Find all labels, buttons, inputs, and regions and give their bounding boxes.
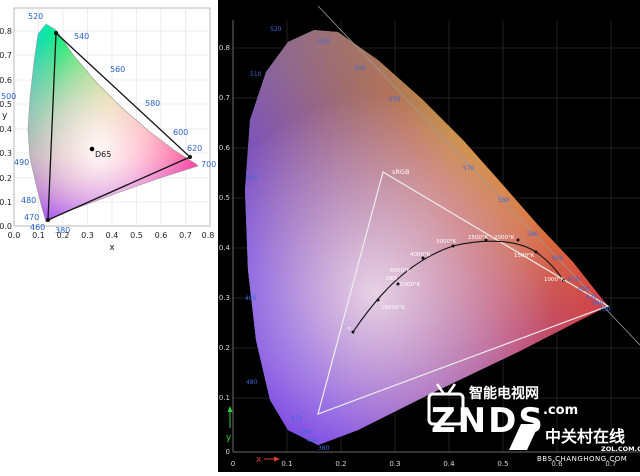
- left-xtick: 0.0: [8, 231, 21, 240]
- wl-right-450: 450: [307, 437, 319, 444]
- wl-left-520: 520: [28, 12, 43, 21]
- wl-left-700: 700: [201, 160, 216, 169]
- wl-right-490: 490: [245, 295, 257, 302]
- left-ytick: 0.2: [0, 174, 12, 183]
- left-ytick: 0.5: [0, 100, 12, 109]
- left-y-axis-label: y: [2, 111, 8, 121]
- cct-label-1000: 1000°K: [544, 277, 565, 283]
- right-srgb-label: sRGB: [392, 168, 409, 176]
- right-ytick: 0.2: [219, 344, 230, 352]
- watermark-zol-cn: 中关村在线: [545, 427, 625, 446]
- left-chromaticity-diagram: D65 380 460 470 480 490 500 520 540 560 …: [0, 7, 216, 253]
- left-ytick: 0.0: [0, 222, 12, 231]
- wl-right-610: 610: [568, 276, 580, 283]
- watermark: 智能电视网 ZNDS .com 中关村在线 ZOL.COM.CN BBS.CHA…: [425, 380, 640, 472]
- wl-left-620: 620: [187, 144, 202, 153]
- wl-right-520: 520: [270, 26, 282, 33]
- left-whitepoint-marker: [89, 146, 95, 152]
- right-xtick: 0.1: [281, 460, 292, 468]
- left-x-axis-label: x: [109, 243, 115, 253]
- right-xtick: 0.2: [335, 460, 346, 468]
- left-green-primary-point: [54, 31, 58, 35]
- cct-label-5000: 5000°K: [400, 282, 421, 288]
- cct-label-2000: 2000°K: [494, 235, 515, 241]
- left-xtick: 0.5: [130, 231, 143, 240]
- cct-label-10000: 10000°K: [381, 305, 405, 311]
- left-ytick: 0.4: [0, 125, 12, 134]
- wl-left-600: 600: [173, 128, 188, 137]
- wl-right-530: 530: [318, 38, 330, 45]
- left-xtick: 0.8: [202, 231, 215, 240]
- wl-right-580: 580: [498, 197, 510, 204]
- right-x-axis-arrow: x: [256, 455, 280, 465]
- left-xtick: 0.7: [179, 231, 192, 240]
- watermark-zol-bbs: BBS.CHANGHONG.COM: [537, 455, 627, 463]
- right-xtick: 0.3: [389, 460, 400, 468]
- cct-label-3000: 3000°K: [436, 239, 457, 245]
- cct-label-1500: 1500°K: [514, 253, 535, 259]
- cct-label-6000: 6000°K: [390, 268, 411, 274]
- left-red-primary-point: [188, 155, 192, 159]
- left-ytick: 0.3: [0, 149, 12, 158]
- wl-right-480: 480: [246, 379, 258, 386]
- wl-right-460: 460: [300, 429, 312, 436]
- left-xtick: 0.3: [81, 231, 94, 240]
- right-ytick: 0.4: [219, 244, 231, 252]
- cct-label-2500: 2500°K: [468, 235, 489, 241]
- wl-left-540: 540: [74, 32, 89, 41]
- wl-right-540: 540: [354, 65, 366, 72]
- cct-label-4000: 4000°K: [410, 252, 431, 258]
- right-ytick: 0.1: [219, 394, 230, 402]
- right-x-axis-label: x: [256, 455, 262, 465]
- watermark-zol-url: ZOL.COM.CN: [601, 445, 640, 453]
- left-ytick: 0.1: [0, 198, 12, 207]
- wl-left-560: 560: [110, 65, 125, 74]
- left-x-tick-labels: 0.0 0.1 0.2 0.3 0.4 0.5 0.6 0.7 0.8: [8, 231, 215, 240]
- right-ytick: 0.6: [219, 144, 231, 152]
- wl-right-590: 590: [527, 231, 539, 238]
- wl-right-470: 470: [291, 415, 303, 422]
- left-xtick: 0.6: [155, 231, 168, 240]
- left-xtick: 0.4: [106, 231, 119, 240]
- cct-label-infinity: ∞: [347, 326, 352, 332]
- right-ytick: 0.8: [219, 44, 230, 52]
- watermark-graphic: 智能电视网 ZNDS .com 中关村在线 ZOL.COM.CN BBS.CHA…: [427, 383, 640, 463]
- right-y-axis-label: y: [226, 433, 232, 443]
- wl-right-380: 380: [318, 445, 330, 452]
- right-ytick: 0.5: [219, 194, 230, 202]
- watermark-brand-suffix: .com: [543, 403, 578, 418]
- wl-left-480: 480: [21, 196, 36, 205]
- right-y-tick-labels: 0 0.1 0.2 0.3 0.4 0.5 0.6 0.7 0.8: [219, 44, 231, 456]
- right-y-axis-arrow: y: [226, 406, 233, 443]
- right-xtick: 0: [231, 460, 235, 468]
- left-ytick: 0.8: [0, 27, 12, 36]
- wl-right-550: 550: [389, 96, 401, 103]
- right-ytick: 0: [226, 448, 230, 456]
- wl-right-570: 570: [463, 165, 475, 172]
- left-ytick: 0.6: [0, 76, 12, 85]
- wl-left-490: 490: [14, 158, 29, 167]
- left-y-tick-labels: 0.0 0.1 0.2 0.3 0.4 0.5 0.6 0.7 0.8: [0, 27, 12, 231]
- watermark-cn-brand: 智能电视网: [468, 385, 539, 402]
- left-whitepoint-label: D65: [95, 150, 111, 159]
- wl-right-510: 510: [250, 71, 262, 78]
- right-ytick: 0.7: [219, 94, 230, 102]
- left-chromaticity-panel: D65 380 460 470 480 490 500 520 540 560 …: [0, 0, 218, 258]
- wl-right-620: 620: [578, 286, 590, 293]
- wl-left-470: 470: [24, 213, 39, 222]
- wl-left-580: 580: [145, 99, 160, 108]
- wl-right-600: 600: [552, 255, 564, 262]
- left-xtick: 0.2: [57, 231, 70, 240]
- right-ytick: 0.3: [219, 294, 230, 302]
- left-xtick: 0.1: [32, 231, 45, 240]
- left-blue-primary-point: [46, 218, 50, 222]
- left-ytick: 0.7: [0, 51, 12, 60]
- cct-label-d65: D65: [386, 276, 398, 282]
- wl-right-500: 500: [246, 175, 258, 182]
- wl-right-700: 700: [599, 306, 611, 313]
